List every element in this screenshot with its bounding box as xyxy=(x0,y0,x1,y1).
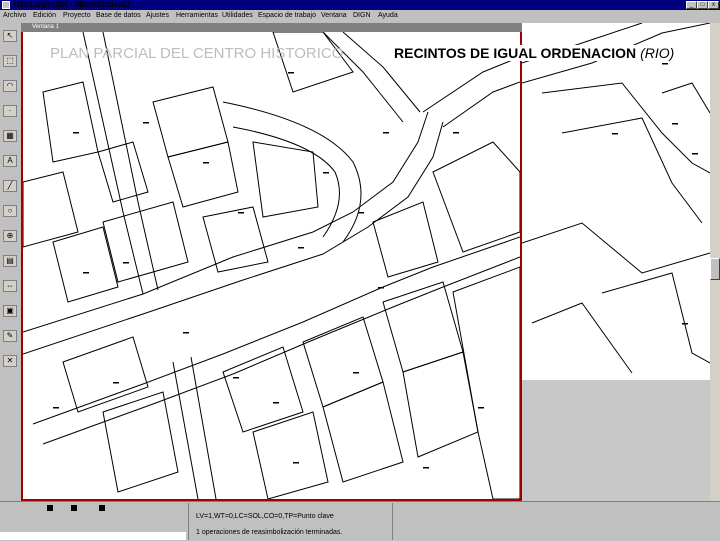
view-title-bar[interactable] xyxy=(21,23,522,32)
modify-icon[interactable]: ✎ xyxy=(3,330,17,342)
scrollbar-thumb[interactable] xyxy=(710,258,720,280)
street-top-right-2 xyxy=(442,81,520,128)
parcel-13 xyxy=(322,381,404,483)
recintos-title-suffix: (RIO) xyxy=(640,45,675,61)
app-icon[interactable] xyxy=(2,1,10,9)
parcel-2 xyxy=(97,141,149,203)
menu-dign[interactable]: DIGN xyxy=(353,10,371,22)
street-curve-outer xyxy=(222,101,362,243)
menu-espacio-de-trabajo[interactable]: Espacio de trabajo xyxy=(258,10,316,22)
street-curve-inner xyxy=(232,126,340,238)
block-large xyxy=(452,266,520,499)
line-icon[interactable]: ╱ xyxy=(3,180,17,192)
grid-icon[interactable]: ▤ xyxy=(3,255,17,267)
element-selection-icon[interactable]: ↖ xyxy=(3,30,17,42)
recintos-title-text: RECINTOS DE IGUAL ORDENACION xyxy=(394,45,637,61)
point-icon[interactable]: · xyxy=(3,105,17,117)
menu-utilidades[interactable]: Utilidades xyxy=(222,10,253,22)
parcel-15 xyxy=(102,391,179,493)
plan-title: PLAN PARCIAL DEL CENTRO HISTORICO xyxy=(50,45,344,62)
parcel-17 xyxy=(432,141,520,253)
parcel-6 xyxy=(202,206,269,273)
status-divider xyxy=(188,503,189,540)
circle-icon[interactable]: ○ xyxy=(3,205,17,217)
save-icon[interactable] xyxy=(99,505,105,511)
parcel-1 xyxy=(42,81,99,163)
window-title: U201.dgn [2D] - MicroStation/J xyxy=(14,0,131,9)
street-top-right xyxy=(422,56,520,113)
measure-icon[interactable]: ⇔ xyxy=(3,280,17,292)
main-toolbar xyxy=(0,23,20,513)
bg-parcel-2 xyxy=(661,82,710,114)
parcel-19 xyxy=(272,32,354,93)
arc-icon[interactable]: ◠ xyxy=(3,80,17,92)
bg-parcel-4 xyxy=(522,222,710,274)
parcel-20 xyxy=(23,171,79,248)
minimize-button[interactable]: _ xyxy=(686,1,697,9)
menu-ajustes[interactable]: Ajustes xyxy=(146,10,169,22)
parcel-8 xyxy=(52,226,119,303)
bg-parcel-3 xyxy=(561,117,703,224)
lock-icon[interactable] xyxy=(47,505,53,511)
status-attributes: LV=1,WT=0,LC=SOL,CO=0,TP=Punto clave xyxy=(196,513,334,520)
menu-archivo[interactable]: Archivo xyxy=(3,10,26,22)
parcel-3 xyxy=(152,86,229,158)
view-title: Ventana 1 xyxy=(32,24,60,30)
street-second-south-edge xyxy=(42,256,520,445)
street-top-2 xyxy=(342,32,421,113)
delete-icon[interactable]: ✕ xyxy=(3,355,17,367)
text-icon[interactable]: A xyxy=(3,155,17,167)
street-second-north-edge xyxy=(32,236,520,425)
status-divider xyxy=(392,503,393,540)
street-main-north-edge xyxy=(23,111,429,333)
parcel-11 xyxy=(302,316,384,408)
parcel-map xyxy=(23,32,520,499)
parcel-5 xyxy=(252,141,319,218)
street-vertical-c xyxy=(172,361,199,499)
bg-parcel-5 xyxy=(601,272,710,364)
menu-ventana[interactable]: Ventana xyxy=(321,10,347,22)
status-message: 1 operaciones de reasimbolización termin… xyxy=(196,529,343,536)
maximize-button[interactable]: □ xyxy=(697,1,708,9)
parcel-7 xyxy=(102,201,189,283)
bg-parcel-6 xyxy=(531,302,633,374)
street-main-south-edge xyxy=(23,121,444,355)
bg-parcel-1 xyxy=(541,82,710,174)
recintos-title: RECINTOS DE IGUAL ORDENACION (RIO) xyxy=(392,45,677,61)
parcel-18 xyxy=(372,201,439,278)
fence-icon[interactable]: ⬚ xyxy=(3,55,17,67)
close-button[interactable]: x xyxy=(708,1,719,9)
street-vertical-a xyxy=(82,32,144,295)
key-in-field[interactable] xyxy=(0,532,186,540)
parcel-4 xyxy=(167,141,239,208)
menu-ayuda[interactable]: Ayuda xyxy=(378,10,398,22)
menu-base-de-datos[interactable]: Base de datos xyxy=(96,10,141,22)
fill-icon[interactable]: ▦ xyxy=(3,130,17,142)
street-vertical-d xyxy=(190,356,217,499)
out-of-bounds-area xyxy=(522,380,710,501)
drawing-canvas[interactable] xyxy=(23,32,520,499)
menu-proyecto[interactable]: Proyecto xyxy=(63,10,91,22)
zoom-icon[interactable]: ⊕ xyxy=(3,230,17,242)
snap-icon[interactable] xyxy=(71,505,77,511)
menu-herramientas[interactable]: Herramientas xyxy=(176,10,218,22)
cell-icon[interactable]: ▣ xyxy=(3,305,17,317)
menu-edicion[interactable]: Edición xyxy=(33,10,56,22)
status-left-panel xyxy=(0,507,187,513)
